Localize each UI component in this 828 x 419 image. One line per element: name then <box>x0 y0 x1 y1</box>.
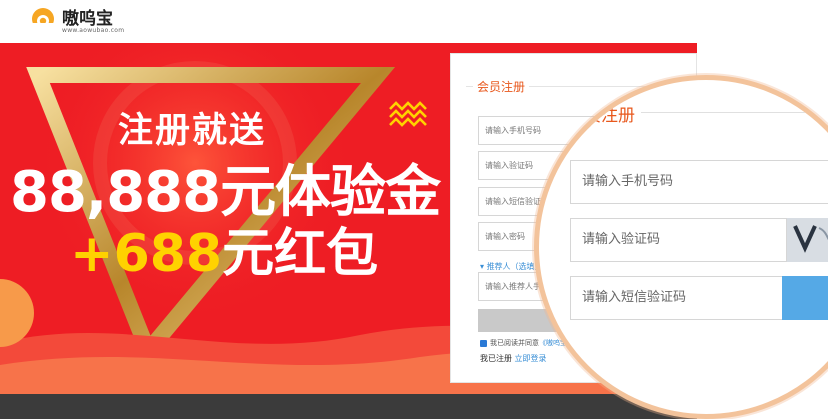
send-sms-button <box>782 276 828 320</box>
form-title: 会员注册 <box>473 78 530 95</box>
promo-red-packet-unit: 元红包 <box>222 224 379 284</box>
logo-url: www.aowubao.com <box>62 27 125 34</box>
promo-red-packet-amount: +688 <box>70 224 223 284</box>
site-logo[interactable]: 嗷呜宝 www.aowubao.com <box>30 6 124 34</box>
magnifier-title: 会员注册 <box>567 101 641 126</box>
login-link[interactable]: 立即登录 <box>515 354 547 363</box>
checkbox-checked-icon[interactable] <box>480 339 487 347</box>
triangle-down-icon: ▾ <box>480 262 485 271</box>
site-header: 嗷呜宝 www.aowubao.com <box>0 0 828 40</box>
promo-red-packet: +688元红包 <box>70 211 378 286</box>
footer-bar <box>0 394 697 419</box>
agree-text: 我已阅读并同意 <box>490 339 539 347</box>
page: 嗷呜宝 www.aowubao.com 注册就送 88,888元体验金 +688… <box>0 0 828 419</box>
captcha-image <box>786 218 828 262</box>
registered-text: 我已注册 <box>480 354 512 363</box>
magnifier-phone-input: 请输入手机号码 <box>570 160 828 204</box>
promo-headline: 注册就送 <box>118 111 267 151</box>
smiling-sun-icon <box>30 6 56 32</box>
referrer-toggle[interactable]: ▾ 推荐人（选填） <box>480 261 543 272</box>
logo-name: 嗷呜宝 <box>62 9 113 29</box>
login-row: 我已注册 立即登录 <box>480 353 547 364</box>
